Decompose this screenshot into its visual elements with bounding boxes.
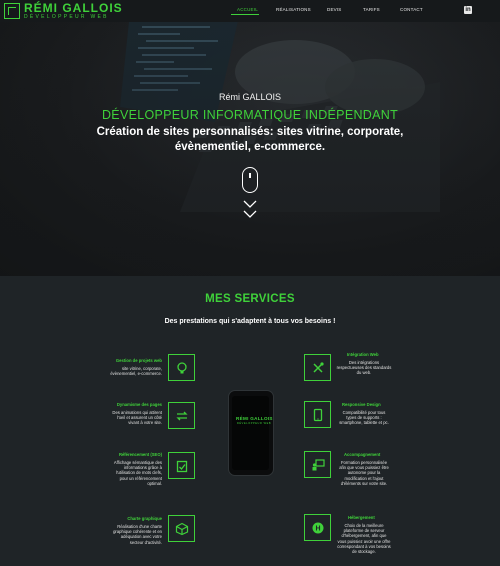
service-description: Des intégrations respectueuses des stand…: [335, 360, 393, 376]
logo-mark-icon: [4, 3, 20, 19]
service-description: Affichage sémantique des informations gr…: [104, 460, 162, 486]
service-description: site vitrine, corporate, évènementiel, e…: [104, 366, 162, 376]
phone-logo-subtitle: DÉVELOPPEUR WEB: [237, 422, 272, 425]
lightbulb-icon: [176, 361, 187, 373]
service-description: Choix de la meilleure plateforme de serv…: [335, 523, 393, 554]
service-desc-line: d'éléments sur votre site.: [340, 480, 388, 486]
service-icon-box: [168, 354, 195, 381]
svg-text:H: H: [315, 525, 320, 532]
phone-screen: RÉMI GALLOIS DÉVELOPPEUR WEB: [232, 396, 272, 470]
service-desc-line: évènementiel, e-commerce.: [110, 371, 162, 377]
service-icon-box: [168, 515, 195, 542]
service-icon-box: [168, 452, 195, 479]
service-desc-line: de stockage.: [352, 549, 376, 555]
tools-icon: [312, 361, 324, 373]
service-title: Accompagnement: [344, 452, 381, 457]
logo-name: RÉMI GALLOIS: [24, 1, 123, 15]
nav-item-contact[interactable]: CONTACT: [400, 7, 423, 12]
service-desc-line: smartphone, tablette et pc.: [339, 420, 389, 426]
service-desc-line: vivant à votre site.: [128, 420, 162, 426]
service-title: Gestion de projets web: [115, 358, 162, 363]
service-title: Charte graphique: [127, 516, 162, 521]
service-title: Référencement (SEO): [118, 452, 162, 457]
top-navbar: RÉMI GALLOIS DÉVELOPPEUR WEB ACCUEIL RÉA…: [0, 0, 500, 22]
service-desc-line: secteur d'activité.: [129, 539, 162, 545]
nav-item-devis[interactable]: DEVIS: [327, 7, 342, 12]
service-icon-box: H: [304, 514, 331, 541]
chevron-down-icon[interactable]: [243, 200, 257, 208]
palette-box-icon: [175, 522, 188, 535]
service-title: Dynamisme des pages: [116, 402, 162, 407]
chevron-down-icon[interactable]: [243, 210, 257, 218]
service-icon-box: [304, 401, 331, 428]
phone-logo: RÉMI GALLOIS: [236, 416, 273, 421]
hero-role: DÉVELOPPEUR INFORMATIQUE INDÉPENDANT: [101, 108, 399, 122]
teaching-icon: [312, 458, 325, 470]
services-title: MES SERVICES: [205, 293, 295, 305]
service-icon-box: [304, 354, 331, 381]
service-title: Responsive Design: [342, 402, 381, 407]
scroll-mouse-icon[interactable]: [242, 167, 258, 193]
service-desc-line: optimal.: [147, 480, 162, 486]
service-description: Réalisation d'une charte graphique cohér…: [104, 524, 162, 545]
nav-item-accueil[interactable]: ACCUEIL: [237, 7, 258, 12]
hero-name: Rémi GALLOIS: [218, 92, 282, 102]
service-icon-box: [304, 451, 331, 478]
service-desc-line: d'hébergement, afin que: [341, 533, 387, 539]
nav-item-realisations[interactable]: RÉALISATIONS: [276, 7, 311, 12]
tablet-icon: [313, 408, 322, 421]
clipboard-check-icon: [176, 460, 187, 472]
hosting-h-icon: H: [312, 522, 323, 533]
service-title: Hébergement: [348, 515, 375, 520]
phone-mockup: RÉMI GALLOIS DÉVELOPPEUR WEB: [228, 390, 274, 476]
hero-tagline-line1: Création de sites personnalisés: sites v…: [96, 126, 404, 138]
service-description: Des animations qui attirent l'oeil et as…: [104, 410, 162, 426]
service-title: Intégration Web: [347, 352, 379, 357]
hero-tagline: Création de sites personnalisés: sites v…: [0, 125, 500, 155]
hero-section: Rémi GALLOIS DÉVELOPPEUR INFORMATIQUE IN…: [0, 22, 500, 276]
logo-subtitle: DÉVELOPPEUR WEB: [24, 14, 109, 20]
hero-tagline-line2: évènementiel, e-commerce.: [174, 141, 326, 153]
service-desc-line: du web.: [356, 370, 372, 376]
nav-active-indicator: [231, 14, 259, 15]
nav-item-tarifs[interactable]: TARIFS: [363, 7, 380, 12]
service-description: Formation personnalisée afin que vous pu…: [335, 460, 393, 486]
services-subtitle: Des prestations qui s'adaptent à tous vo…: [164, 318, 336, 325]
service-icon-box: [168, 402, 195, 429]
service-description: Compatibilité pour tous types de support…: [335, 410, 393, 426]
site-logo[interactable]: RÉMI GALLOIS DÉVELOPPEUR WEB: [4, 1, 144, 21]
linkedin-icon[interactable]: in: [464, 6, 472, 14]
swap-arrows-icon: [175, 411, 188, 420]
